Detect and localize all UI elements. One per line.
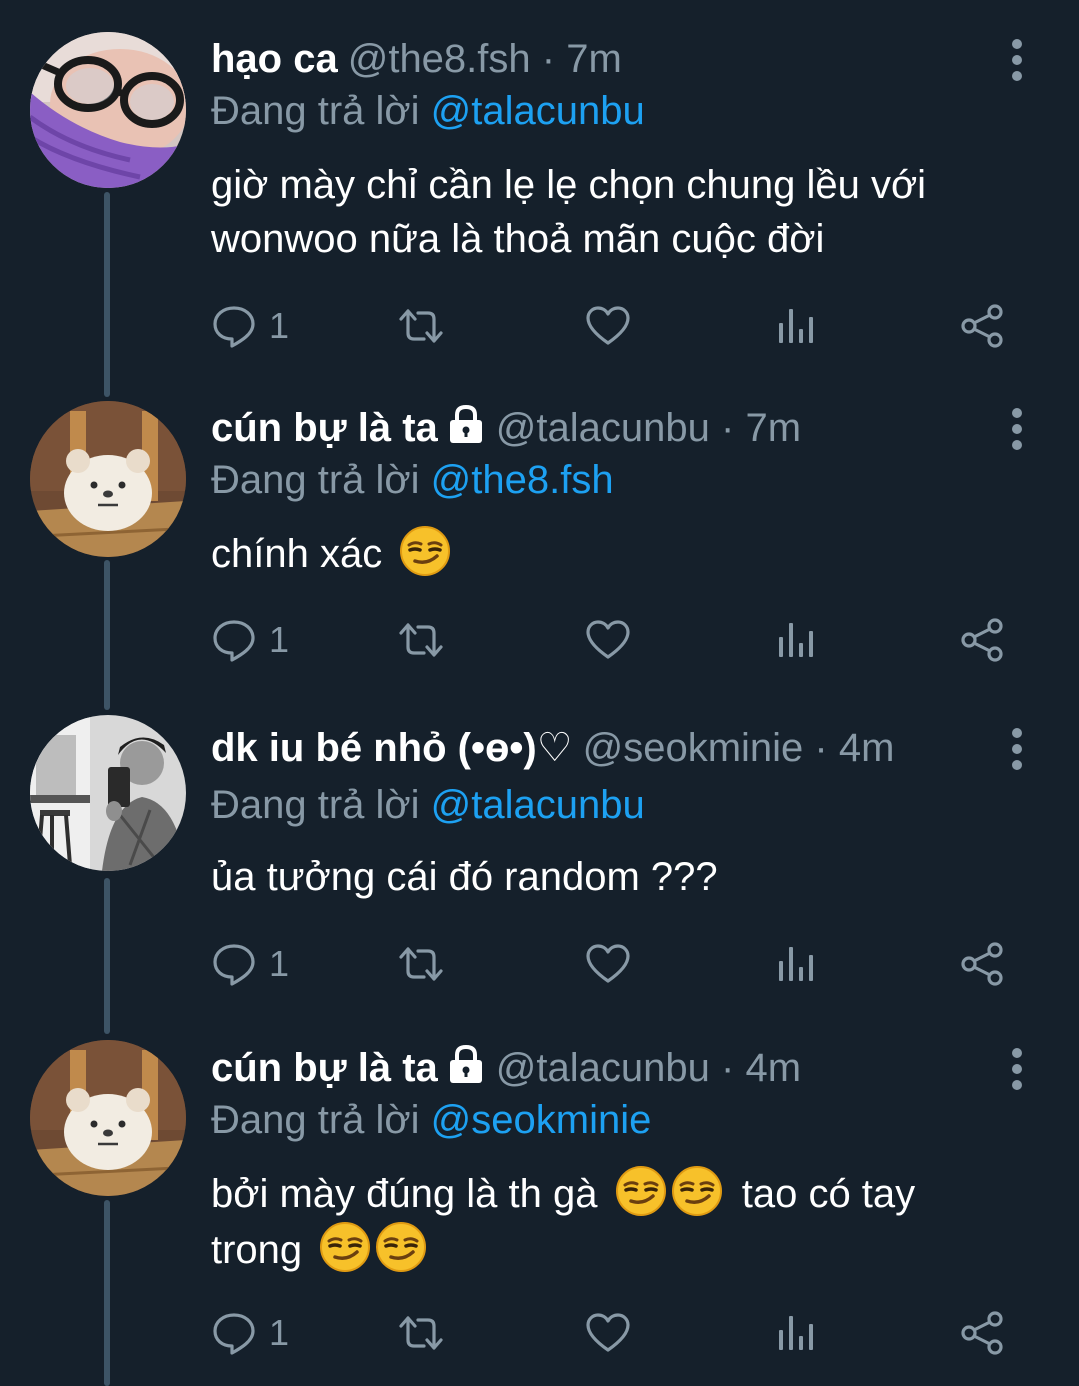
smirking-face-emoji bbox=[671, 1165, 723, 1217]
reply-button[interactable]: 1 bbox=[211, 934, 301, 994]
mention-link[interactable]: @seokminie bbox=[431, 1098, 652, 1142]
share-button[interactable] bbox=[959, 610, 1005, 670]
retweet-button[interactable] bbox=[398, 934, 444, 994]
avatar[interactable] bbox=[30, 32, 186, 188]
reply-button[interactable]: 1 bbox=[211, 1303, 301, 1363]
retweet-icon bbox=[398, 303, 444, 349]
retweet-icon bbox=[398, 617, 444, 663]
share-icon bbox=[959, 303, 1005, 349]
reply-button[interactable]: 1 bbox=[211, 296, 301, 356]
reply-count: 1 bbox=[269, 305, 290, 346]
smirking-face-emoji bbox=[615, 1165, 667, 1217]
tweet[interactable]: cún bự là ta @talacunbu · 7m Đang trả lời… bbox=[0, 385, 1079, 705]
analytics-button[interactable] bbox=[773, 296, 819, 356]
replying-to: Đang trả lời @talacunbu bbox=[211, 89, 645, 133]
heart-icon bbox=[585, 303, 631, 349]
user-handle[interactable]: @seokminie · 4m bbox=[583, 726, 895, 770]
reply-count: 1 bbox=[269, 943, 290, 984]
like-button[interactable] bbox=[585, 296, 631, 356]
smirking-face-emoji bbox=[375, 1221, 427, 1273]
replying-to: Đang trả lời @talacunbu bbox=[211, 783, 645, 827]
timestamp[interactable]: 7m bbox=[745, 406, 801, 450]
lock-icon bbox=[446, 1043, 486, 1085]
tweet-header: cún bự là ta @talacunbu · 4m bbox=[211, 1043, 969, 1093]
avatar[interactable] bbox=[30, 715, 186, 871]
analytics-icon bbox=[773, 617, 819, 663]
tweet[interactable]: dk iu bé nhỏ (•ө•)♡ @seokminie · 4m Đang … bbox=[0, 705, 1079, 1025]
more-vertical-icon[interactable] bbox=[1002, 38, 1032, 82]
tweet-actions: 1 bbox=[211, 610, 1031, 670]
display-name[interactable]: cún bự là ta bbox=[211, 1046, 438, 1090]
tweet[interactable]: cún bự là ta @talacunbu · 4m Đang trả lời… bbox=[0, 1025, 1079, 1386]
avatar[interactable] bbox=[30, 1040, 186, 1196]
analytics-icon bbox=[773, 303, 819, 349]
smirking-face-emoji bbox=[399, 525, 451, 577]
tweet[interactable]: hạo ca @the8.fsh · 7m Đang trả lời @talac… bbox=[0, 0, 1079, 380]
tweet-actions: 1 bbox=[211, 1303, 1031, 1363]
reply-icon bbox=[211, 617, 257, 663]
reply-button[interactable]: 1 bbox=[211, 610, 301, 670]
tweet-text: giờ mày chỉ cần lẹ lẹ chọn chung lều với… bbox=[211, 163, 927, 261]
tweet-text: chính xác bbox=[211, 525, 1051, 581]
retweet-button[interactable] bbox=[398, 296, 444, 356]
timestamp[interactable]: 7m bbox=[566, 37, 622, 81]
more-vertical-icon[interactable] bbox=[1002, 1047, 1032, 1091]
heart-icon bbox=[585, 941, 631, 987]
lock-icon bbox=[446, 403, 486, 445]
tweet-header: cún bự là ta @talacunbu · 7m bbox=[211, 403, 969, 453]
timestamp[interactable]: 4m bbox=[839, 726, 895, 770]
share-icon bbox=[959, 1310, 1005, 1356]
heart-icon bbox=[585, 1310, 631, 1356]
heart-icon bbox=[585, 617, 631, 663]
reply-count: 1 bbox=[269, 619, 290, 660]
like-button[interactable] bbox=[585, 934, 631, 994]
reply-count: 1 bbox=[269, 1312, 290, 1353]
share-button[interactable] bbox=[959, 296, 1005, 356]
display-name[interactable]: hạo ca bbox=[211, 37, 338, 81]
analytics-icon bbox=[773, 1310, 819, 1356]
like-button[interactable] bbox=[585, 1303, 631, 1363]
retweet-button[interactable] bbox=[398, 1303, 444, 1363]
more-vertical-icon[interactable] bbox=[1002, 727, 1032, 771]
more-vertical-icon[interactable] bbox=[1002, 407, 1032, 451]
timestamp[interactable]: 4m bbox=[745, 1046, 801, 1090]
retweet-button[interactable] bbox=[398, 610, 444, 670]
retweet-icon bbox=[398, 941, 444, 987]
mention-link[interactable]: @the8.fsh bbox=[431, 458, 614, 502]
analytics-button[interactable] bbox=[773, 610, 819, 670]
reply-icon bbox=[211, 1310, 257, 1356]
share-button[interactable] bbox=[959, 934, 1005, 994]
display-name[interactable]: dk iu bé nhỏ (•ө•)♡ bbox=[211, 726, 573, 770]
retweet-icon bbox=[398, 1310, 444, 1356]
mention-link[interactable]: @talacunbu bbox=[431, 783, 645, 827]
analytics-icon bbox=[773, 941, 819, 987]
tweet-actions: 1 bbox=[211, 934, 1031, 994]
tweet-header: hạo ca @the8.fsh · 7m bbox=[211, 34, 969, 84]
tweet-header: dk iu bé nhỏ (•ө•)♡ @seokminie · 4m bbox=[211, 723, 979, 773]
replying-to: Đang trả lời @the8.fsh bbox=[211, 458, 614, 502]
display-name[interactable]: cún bự là ta bbox=[211, 406, 438, 450]
smirking-face-emoji bbox=[319, 1221, 371, 1273]
avatar[interactable] bbox=[30, 401, 186, 557]
reply-icon bbox=[211, 941, 257, 987]
share-icon bbox=[959, 941, 1005, 987]
tweet-actions: 1 bbox=[211, 296, 1031, 356]
replying-to: Đang trả lời @seokminie bbox=[211, 1098, 652, 1142]
analytics-button[interactable] bbox=[773, 1303, 819, 1363]
reply-icon bbox=[211, 303, 257, 349]
tweet-text: ủa tưởng cái đó random ??? bbox=[211, 855, 718, 899]
tweet-text: bởi mày đúng là th gà tao có tay trong bbox=[211, 1165, 1051, 1277]
share-button[interactable] bbox=[959, 1303, 1005, 1363]
user-handle[interactable]: @talacunbu · 4m bbox=[496, 1046, 801, 1090]
like-button[interactable] bbox=[585, 610, 631, 670]
mention-link[interactable]: @talacunbu bbox=[431, 89, 645, 133]
user-handle[interactable]: @the8.fsh · 7m bbox=[348, 37, 622, 81]
reply-thread: hạo ca @the8.fsh · 7m Đang trả lời @talac… bbox=[0, 0, 1079, 1386]
share-icon bbox=[959, 617, 1005, 663]
user-handle[interactable]: @talacunbu · 7m bbox=[496, 406, 801, 450]
analytics-button[interactable] bbox=[773, 934, 819, 994]
